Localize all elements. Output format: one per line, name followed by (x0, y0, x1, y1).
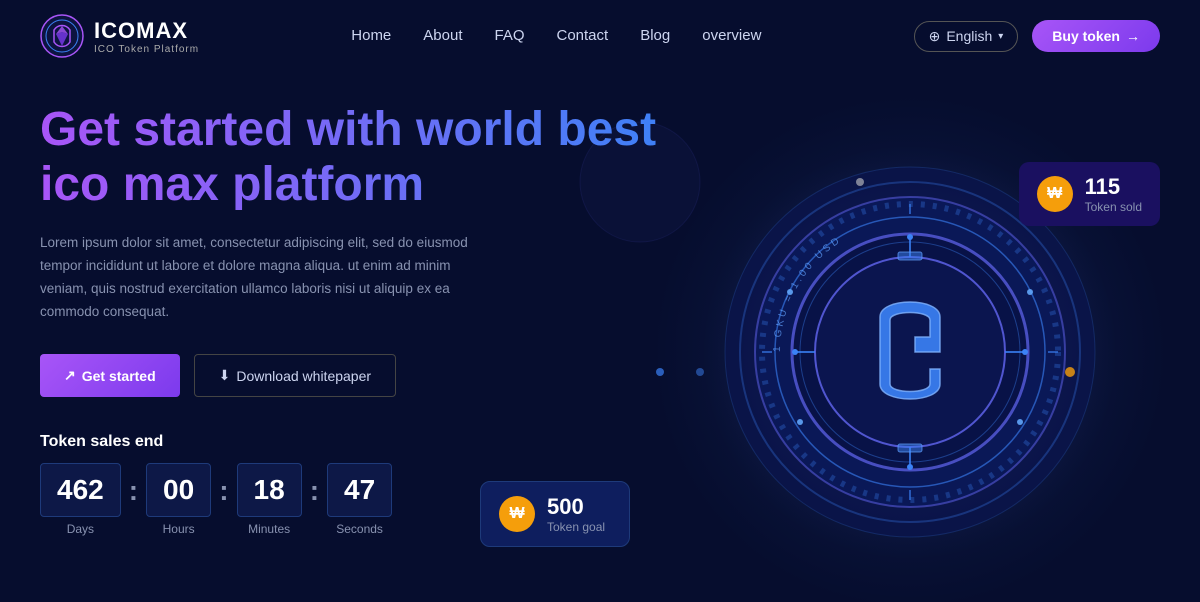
token-sold-info: 115 Token sold (1085, 174, 1142, 214)
nav-item-overview[interactable]: overview (702, 27, 761, 45)
token-sold-icon: ₩ (1037, 176, 1073, 212)
logo-icon (40, 14, 84, 58)
nav-right: ⊕ English ▾ Buy token → (914, 20, 1160, 52)
hero-visual-right: 1 GKU = 1.00 USD (680, 72, 1160, 602)
download-label: Download whitepaper (236, 368, 371, 384)
arrow-icon: → (1126, 28, 1140, 44)
seconds-block: 47 Seconds (327, 463, 392, 536)
hero-heading: Get started with world best ico max plat… (40, 102, 680, 212)
hero-buttons: ↗ Get started ⬇ Download whitepaper (40, 354, 680, 397)
buy-token-label: Buy token (1052, 28, 1120, 44)
nav-item-faq[interactable]: FAQ (494, 27, 524, 45)
navbar: ICOMAX ICO Token Platform Home About FAQ… (0, 0, 1200, 72)
hours-label: Hours (163, 522, 195, 536)
globe-icon: ⊕ (929, 28, 941, 45)
minutes-value: 18 (237, 463, 302, 517)
language-button[interactable]: ⊕ English ▾ (914, 21, 1019, 52)
get-started-label: Get started (82, 368, 156, 384)
get-started-button[interactable]: ↗ Get started (40, 354, 180, 397)
token-goal-number: 500 (547, 494, 605, 520)
days-value: 462 (40, 463, 121, 517)
download-icon: ⬇ (219, 367, 231, 384)
logo-title: ICOMAX (94, 18, 199, 44)
nav-item-blog[interactable]: Blog (640, 27, 670, 45)
token-goal-badge: ₩ 500 Token goal (480, 481, 630, 547)
nav-item-contact[interactable]: Contact (557, 27, 609, 45)
hours-value: 00 (146, 463, 211, 517)
countdown-label: Token sales end (40, 433, 680, 451)
coin-container: 1 GKU = 1.00 USD (600, 72, 1200, 602)
days-label: Days (67, 522, 94, 536)
token-sold-badge: ₩ 115 Token sold (1019, 162, 1160, 226)
colon-3: : (310, 475, 319, 507)
colon-1: : (129, 475, 138, 507)
token-goal-label: Token goal (547, 520, 605, 534)
hours-block: 00 Hours (146, 463, 211, 536)
logo-text: ICOMAX ICO Token Platform (94, 18, 199, 55)
logo-subtitle: ICO Token Platform (94, 44, 199, 55)
hero-section: Get started with world best ico max plat… (0, 72, 1200, 602)
seconds-value: 47 (327, 463, 392, 517)
colon-2: : (219, 475, 228, 507)
buy-token-button[interactable]: Buy token → (1032, 20, 1160, 52)
chevron-down-icon: ▾ (998, 31, 1003, 42)
download-whitepaper-button[interactable]: ⬇ Download whitepaper (194, 354, 396, 397)
hero-description: Lorem ipsum dolor sit amet, consectetur … (40, 232, 480, 324)
logo: ICOMAX ICO Token Platform (40, 14, 199, 58)
minutes-block: 18 Minutes (237, 463, 302, 536)
language-label: English (946, 28, 992, 44)
token-sold-label: Token sold (1085, 200, 1142, 214)
seconds-label: Seconds (336, 522, 383, 536)
days-block: 462 Days (40, 463, 121, 536)
nav-item-about[interactable]: About (423, 27, 462, 45)
minutes-label: Minutes (248, 522, 290, 536)
token-goal-icon: ₩ (499, 496, 535, 532)
nav-item-home[interactable]: Home (351, 27, 391, 45)
arrow-up-icon: ↗ (64, 367, 76, 384)
token-goal-info: 500 Token goal (547, 494, 605, 534)
nav-links: Home About FAQ Contact Blog overview (351, 27, 761, 45)
token-sold-number: 115 (1085, 174, 1142, 200)
